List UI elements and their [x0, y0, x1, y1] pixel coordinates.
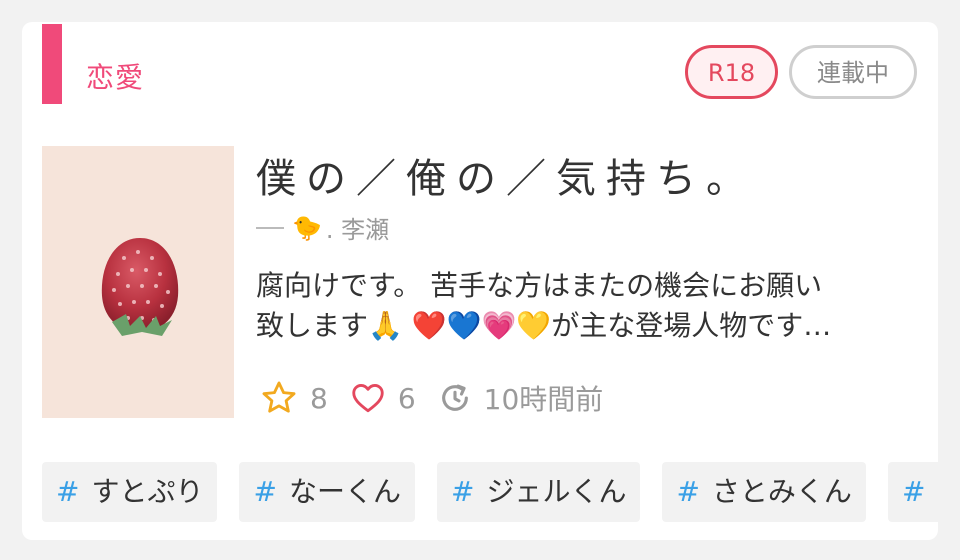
tag-item[interactable]: # なーくん	[239, 462, 415, 522]
author-dash	[256, 226, 284, 229]
hash-icon: #	[56, 475, 80, 508]
star-stat[interactable]: 8	[260, 379, 328, 417]
r18-badge: R18	[685, 45, 778, 99]
heart-icon	[352, 383, 384, 413]
tag-item-partial[interactable]: #	[887, 462, 938, 522]
status-badge: 連載中	[789, 45, 917, 99]
like-count: 6	[397, 381, 416, 415]
strawberry-illustration	[42, 146, 234, 418]
tag-list: # すとぷり # なーくん # ジェルくん # さとみくん #	[42, 462, 938, 522]
star-count: 8	[310, 381, 328, 415]
tag-label: すとぷり	[91, 475, 204, 508]
story-card[interactable]: 恋愛 R18 連載中 僕の／俺の／気持ち。 🐤 . 李瀬 腐向けです。 苦手な方…	[22, 22, 938, 540]
tag-item[interactable]: # さとみくん	[662, 462, 866, 522]
hash-icon: #	[901, 475, 926, 508]
updated-stat: 10時間前	[438, 378, 604, 418]
hash-icon: #	[253, 475, 277, 508]
story-description: 腐向けです。 苦手な方はまたの機会にお願い 致します🙏 ❤️💙💗💛が主な登場人物…	[256, 266, 906, 346]
tag-item[interactable]: # すとぷり	[42, 462, 218, 522]
tag-label: ジェルくん	[486, 475, 627, 508]
story-stats: 8 6 10時間前	[260, 374, 625, 422]
chick-icon: 🐤	[292, 213, 322, 242]
author-line[interactable]: 🐤 . 李瀬	[256, 210, 389, 245]
cover-image[interactable]	[42, 146, 234, 418]
tag-label: なーくん	[288, 475, 401, 508]
star-icon	[262, 381, 296, 413]
genre-label[interactable]: 恋愛	[86, 56, 144, 96]
hash-icon: #	[450, 475, 475, 508]
author-name[interactable]: . 李瀬	[326, 210, 389, 245]
genre-accent-bar	[42, 24, 62, 104]
tag-label: さとみくん	[711, 475, 852, 508]
tag-item[interactable]: # ジェルくん	[436, 462, 641, 522]
story-title[interactable]: 僕の／俺の／気持ち。	[256, 146, 756, 204]
refresh-clock-icon	[441, 384, 468, 411]
description-line-2: 致します🙏 ❤️💙💗💛が主な登場人物です…	[256, 309, 832, 342]
like-stat[interactable]: 6	[350, 380, 416, 416]
hash-icon: #	[676, 475, 700, 508]
updated-time: 10時間前	[483, 383, 604, 416]
description-line-1: 腐向けです。 苦手な方はまたの機会にお願い	[256, 269, 823, 302]
